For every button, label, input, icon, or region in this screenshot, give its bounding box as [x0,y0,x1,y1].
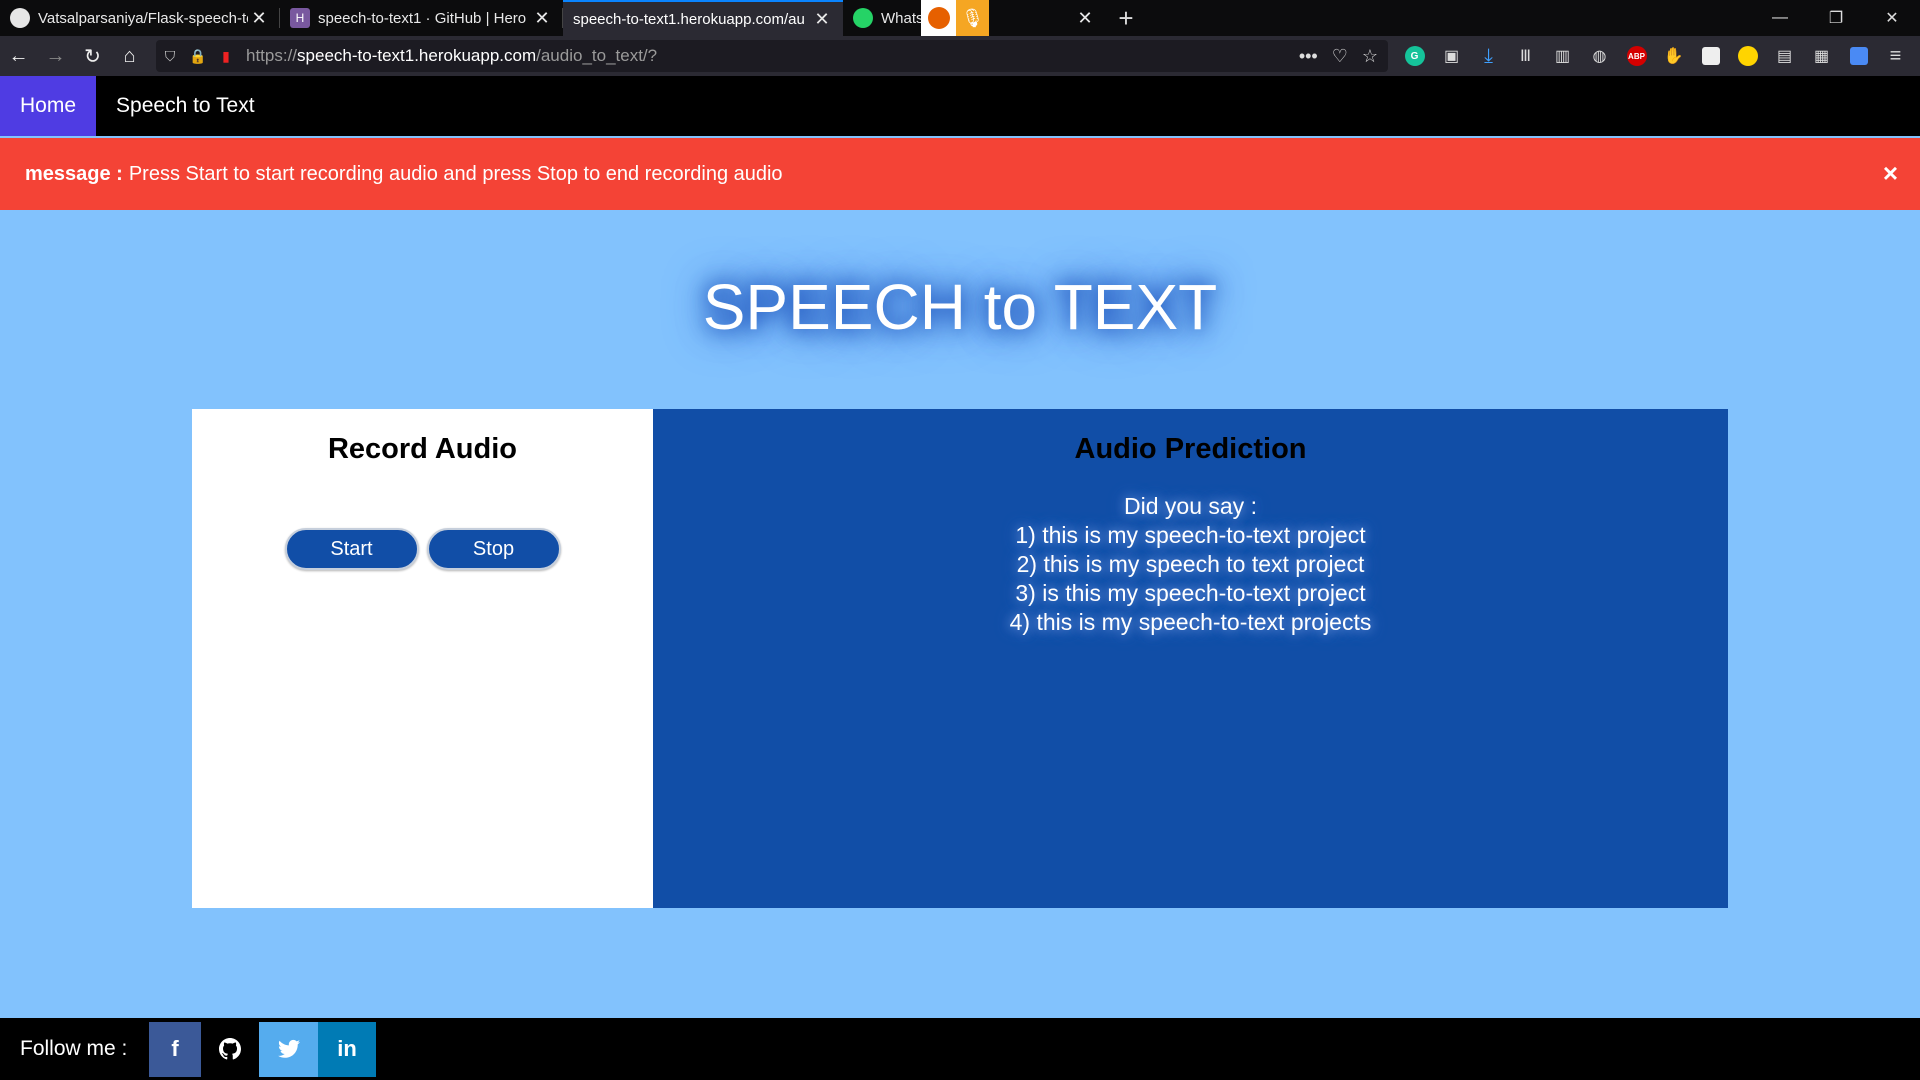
record-audio-heading: Record Audio [327,433,518,465]
screenshot-icon[interactable]: ▣ [1433,36,1470,76]
site-navbar: Home Speech to Text [0,76,1920,136]
back-icon[interactable]: ← [0,36,37,76]
stop-button[interactable]: Stop [426,528,561,570]
lock-icon[interactable]: 🔒 [184,48,212,65]
facebook-icon[interactable]: f [149,1021,201,1077]
browser-tab-github-repo[interactable]: Vatsalparsaniya/Flask-speech-to ✕ [0,0,280,36]
prediction-item: 4) this is my speech-to-text projects [1009,609,1372,635]
tab-title: speech-to-text1.herokuapp.com/au [573,10,805,28]
home-icon[interactable]: ⌂ [111,36,148,76]
shield-icon[interactable]: ⛉ [156,48,184,65]
browser-tab-whatsapp[interactable]: Whats 🎙 ✕ [843,0,1106,36]
browser-tab-heroku[interactable]: H speech-to-text1 · GitHub | Hero ✕ [280,0,563,36]
close-icon[interactable]: ✕ [248,8,270,29]
tab-title: speech-to-text1 · GitHub | Hero [318,9,527,27]
extensions-bar: G ▣ ⤓ Ⅲ ▥ ◍ ABP ✋ ▤ ▦ ≡ [1396,36,1914,76]
prediction-item: 2) this is my speech to text project [1016,551,1365,577]
globe-icon[interactable]: ◍ [1581,36,1618,76]
whatsapp-favicon-icon [853,8,873,28]
start-button[interactable]: Start [284,528,419,570]
alert-label: message : [25,162,123,185]
audio-prediction-panel: Audio Prediction Did you say : 1) this i… [653,409,1728,908]
github-favicon-icon [10,8,30,28]
message-alert: message : Press Start to start recording… [0,138,1920,210]
menu-icon[interactable]: ≡ [1877,36,1914,76]
alert-close-icon[interactable]: × [1883,160,1898,186]
recording-indicator-icon[interactable]: ▮ [212,48,240,65]
close-icon[interactable]: ✕ [811,9,833,30]
notes-icon[interactable]: ▤ [1766,36,1803,76]
library-icon[interactable]: Ⅲ [1507,36,1544,76]
sidebar-icon[interactable]: ▥ [1544,36,1581,76]
follow-me-label: Follow me : [20,1037,128,1060]
prediction-results: Did you say : 1) this is my speech-to-te… [653,492,1728,637]
browser-tab-active[interactable]: speech-to-text1.herokuapp.com/au ✕ [563,0,843,36]
minimize-icon[interactable]: — [1752,0,1808,36]
browser-toolbar: ← → ↻ ⌂ ⛉ 🔒 ▮ https://speech-to-text1.he… [0,36,1920,76]
extension-hand-icon[interactable]: ✋ [1655,36,1692,76]
prediction-item: 1) this is my speech-to-text project [1015,522,1366,548]
heroku-favicon-icon: H [290,8,310,28]
forward-icon[interactable]: → [37,36,74,76]
extension-white-icon[interactable] [1692,36,1729,76]
record-audio-panel: Record Audio Start Stop [192,409,653,908]
audio-prediction-heading: Audio Prediction [1074,433,1307,465]
pocket-icon[interactable]: ♡ [1332,46,1348,67]
window-close-icon[interactable]: ✕ [1864,0,1920,36]
nav-speech-to-text-link[interactable]: Speech to Text [96,76,275,136]
footer: Follow me : f in [0,1018,1920,1080]
reload-icon[interactable]: ↻ [74,36,111,76]
url-text[interactable]: https://speech-to-text1.herokuapp.com/au… [246,46,657,66]
window-controls: — ❐ ✕ [1752,0,1920,36]
download-icon[interactable]: ⤓ [1470,36,1507,76]
alert-text: Press Start to start recording audio and… [128,162,783,185]
close-icon[interactable]: ✕ [531,8,553,29]
firefox-icon [921,0,956,36]
restore-icon[interactable]: ❐ [1808,0,1864,36]
apps-grid-icon[interactable]: ▦ [1803,36,1840,76]
browser-tab-bar: Vatsalparsaniya/Flask-speech-to ✕ H spee… [0,0,1920,36]
twitter-icon[interactable] [259,1021,318,1077]
address-bar[interactable]: ⛉ 🔒 ▮ https://speech-to-text1.herokuapp.… [156,40,1388,72]
adblock-icon[interactable]: ABP [1618,36,1655,76]
close-icon[interactable]: ✕ [1074,8,1096,29]
bookmark-star-icon[interactable]: ☆ [1362,46,1378,67]
prediction-item: 3) is this my speech-to-text project [1015,580,1366,606]
translate-icon[interactable] [1840,36,1877,76]
new-tab-icon[interactable]: + [1106,0,1146,36]
nav-home-link[interactable]: Home [0,76,97,136]
page-actions-icon[interactable]: ••• [1299,46,1318,67]
tab-title: Vatsalparsaniya/Flask-speech-to [38,9,248,27]
microphone-icon: 🎙 [956,0,989,36]
linkedin-icon[interactable]: in [318,1021,376,1077]
extension-yellow-icon[interactable] [1729,36,1766,76]
tab-title: Whats [881,9,921,27]
github-icon[interactable] [201,1021,259,1077]
prediction-intro: Did you say : [1124,493,1257,519]
grammarly-icon[interactable]: G [1396,36,1433,76]
page-title: SPEECH to TEXT [702,271,1218,343]
